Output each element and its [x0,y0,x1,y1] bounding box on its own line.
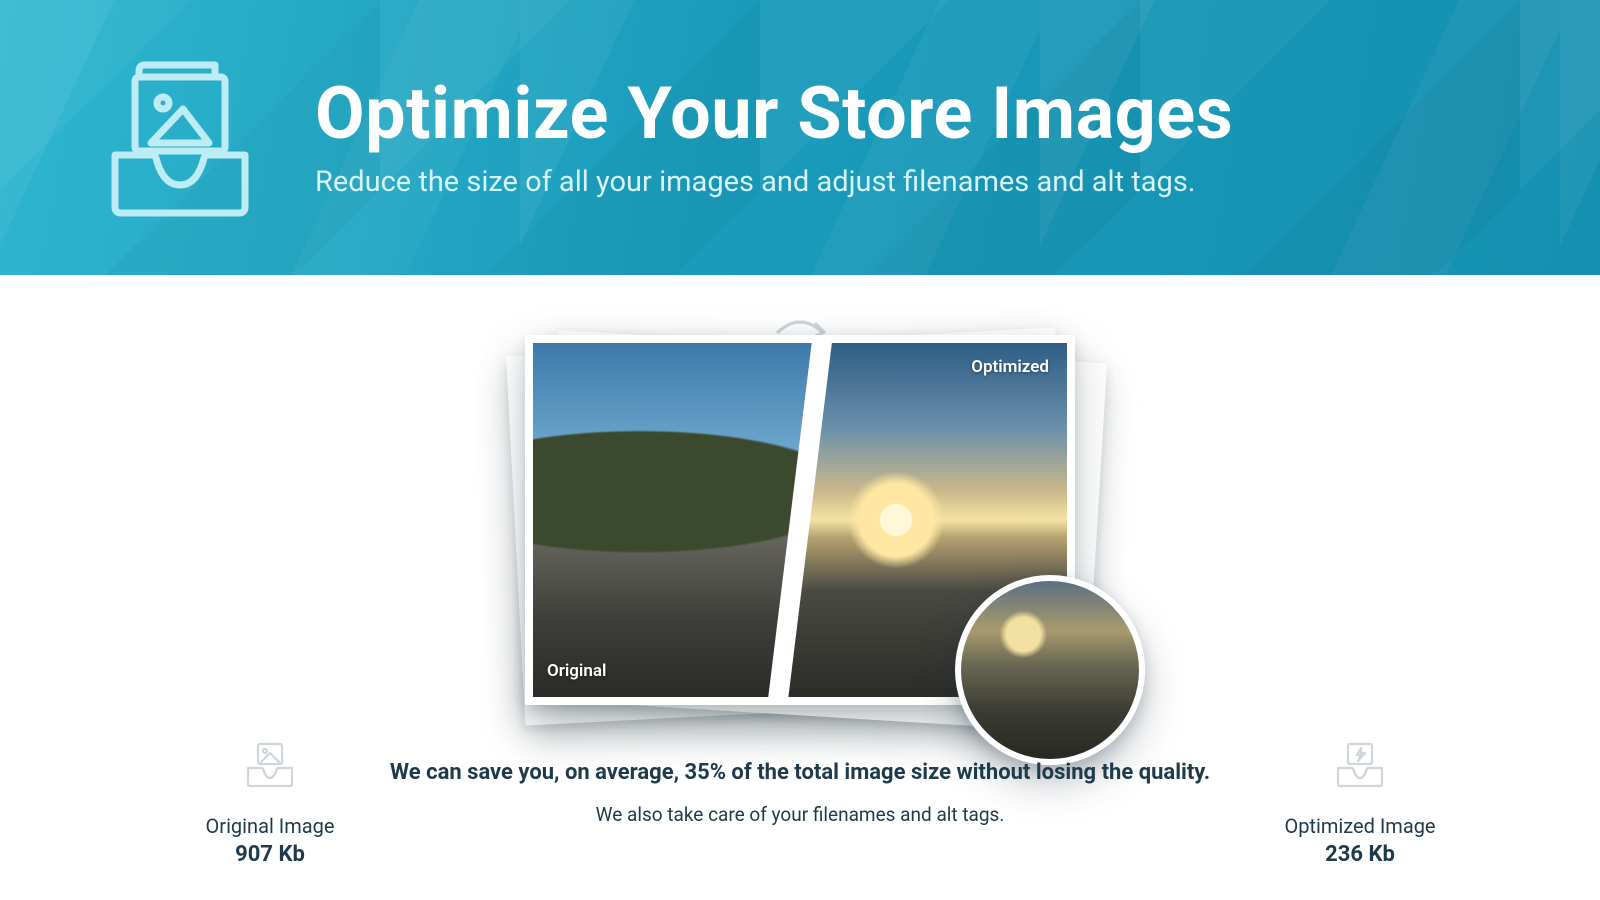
hero-title: Optimize Your Store Images [315,76,1233,152]
image-comparison: Original Optimized [525,335,1075,705]
inbox-image-icon [105,51,255,225]
optimized-tag: Optimized [971,357,1049,377]
blurb-subline: We also take care of your filenames and … [0,803,1600,826]
magnifier-lens [955,575,1145,765]
content-area: Original Image 907 Kb Optimized Image 23… [0,275,1600,900]
hero-subtitle: Reduce the size of all your images and a… [315,165,1233,199]
original-tag: Original [547,661,606,681]
hero-banner: Optimize Your Store Images Reduce the si… [0,0,1600,275]
original-size: 907 Kb [130,842,410,867]
blurb-headline: We can save you, on average, 35% of the … [0,760,1600,785]
optimized-size: 236 Kb [1220,842,1500,867]
summary-blurb: We can save you, on average, 35% of the … [0,760,1600,826]
